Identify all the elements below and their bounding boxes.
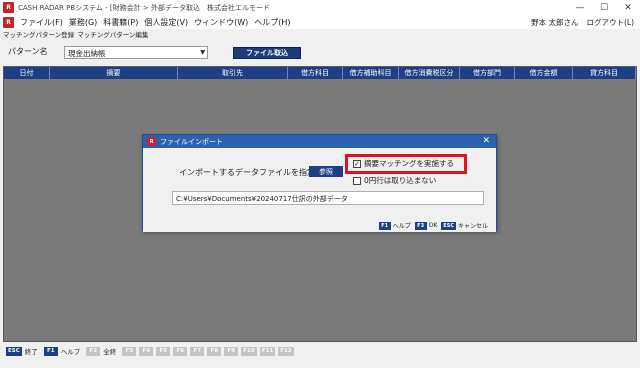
maximize-button[interactable]: ☐ (592, 0, 616, 15)
user-name: 野本 太郎さん (531, 17, 579, 27)
function-key-bar: ESC 終了 F1 ヘルプ F2 全終 F3 F4 F5 F6 F7 F8 F9… (0, 344, 640, 358)
dialog-body: インポートするデータファイルを指定 参照 ✓ 摘要マッチングを実施する 0円行は… (143, 148, 496, 232)
window-controls: — ☐ ✕ (568, 0, 640, 15)
dialog-footer: F1 ヘルプ F3 OK ESC キャンセル (378, 221, 490, 230)
window-title: CASH RADAR PBシステム - [財務会計 > 外部データ取込 株式会社… (18, 3, 270, 12)
fkey-f2: F2 (86, 346, 101, 356)
fkey-f9: F9 (224, 346, 239, 356)
menu-window[interactable]: ウィンドウ(W) (194, 17, 248, 28)
pattern-name-select[interactable]: 現金出納帳 ▼ (64, 46, 208, 59)
zero-checkbox[interactable] (353, 176, 361, 185)
fkey-esc[interactable]: ESC (6, 346, 22, 356)
col-debit-tax[interactable]: 借方消費税区分 (399, 67, 460, 79)
menu-business[interactable]: 業務(G) (69, 17, 97, 28)
menu-file[interactable]: ファイル(F) (20, 17, 63, 28)
fkey-f1-label: ヘルプ (60, 348, 81, 356)
file-path-field[interactable]: C:¥Users¥Documents¥20240717仕訳の外部データ (172, 191, 484, 205)
fkey-f6: F6 (173, 346, 188, 356)
dialog-title: ファイルインポート (160, 137, 223, 146)
fkey-f7: F7 (190, 346, 205, 356)
col-debit-sub-account[interactable]: 借方補助科目 (343, 67, 399, 79)
dialog-help-label: ヘルプ (392, 223, 411, 230)
fkey-f1[interactable]: F1 (43, 346, 58, 356)
fkey-esc-label: 終了 (24, 348, 38, 356)
dialog-fkey-f1[interactable]: F1 (378, 221, 391, 230)
menu-personal-settings[interactable]: 個人設定(V) (144, 17, 188, 28)
menu-help[interactable]: ヘルプ(H) (254, 17, 290, 28)
menu-bar: R ファイル(F) 業務(G) 科書籍(P) 個人設定(V) ウィンドウ(W) … (0, 15, 640, 29)
browse-button[interactable]: 参照 (309, 166, 343, 177)
sub-tabs: マッチングパターン登録 マッチングパターン編集 (0, 29, 640, 39)
match-checkbox-label: 摘要マッチングを実施する (364, 159, 454, 168)
grid-header: 日付 摘要 取引先 借方科目 借方補助科目 借方消費税区分 借方部門 借方金額 … (4, 67, 636, 79)
col-date[interactable]: 日付 (4, 67, 50, 79)
col-description[interactable]: 摘要 (50, 67, 178, 79)
tab-pattern-register[interactable]: マッチングパターン登録 (3, 29, 74, 39)
fkey-f4: F4 (139, 346, 154, 356)
fkey-f11: F11 (259, 346, 276, 356)
col-debit-amount[interactable]: 借方金額 (515, 67, 573, 79)
zero-checkbox-row[interactable]: 0円行は取り込まない (353, 175, 436, 186)
dialog-cancel-label: キャンセル (457, 223, 488, 230)
menu-logo-icon: R (3, 16, 14, 28)
dialog-fkey-esc[interactable]: ESC (441, 221, 456, 230)
col-partner[interactable]: 取引先 (178, 67, 288, 79)
app-logo-icon: R (3, 2, 14, 13)
fkey-f5: F5 (156, 346, 171, 356)
close-icon[interactable]: ✕ (482, 136, 490, 146)
col-debit-dept[interactable]: 借方部門 (460, 67, 515, 79)
close-window-button[interactable]: ✕ (616, 0, 640, 15)
fkey-f8: F8 (207, 346, 222, 356)
pattern-name-label: パターン名 (8, 47, 48, 56)
fkey-f3: F3 (122, 346, 137, 356)
dialog-ok-label: OK (428, 222, 438, 229)
title-bar: R CASH RADAR PBシステム - [財務会計 > 外部データ取込 株式… (0, 0, 640, 15)
fkey-f2-label: 全終 (103, 348, 117, 356)
fkey-f10: F10 (241, 346, 257, 356)
dialog-title-bar: R ファイルインポート ✕ (143, 135, 496, 148)
match-checkbox-row[interactable]: ✓ 摘要マッチングを実施する (353, 158, 454, 169)
pattern-row: パターン名 現金出納帳 ▼ (0, 42, 640, 62)
dialog-logo-icon: R (147, 137, 156, 146)
chevron-down-icon: ▼ (200, 49, 205, 56)
import-instruction: インポートするデータファイルを指定 (179, 168, 315, 177)
dialog-fkey-f3[interactable]: F3 (414, 221, 427, 230)
fkey-f12: F12 (278, 346, 294, 356)
col-credit-account[interactable]: 貸方科目 (573, 67, 636, 79)
col-debit-account[interactable]: 借方科目 (288, 67, 343, 79)
file-import-button[interactable]: ファイル取込 (233, 47, 301, 59)
minimize-button[interactable]: — (568, 0, 592, 15)
logout-button[interactable]: ログアウト(L) (586, 17, 634, 28)
tab-pattern-edit[interactable]: マッチングパターン編集 (77, 29, 148, 39)
zero-checkbox-label: 0円行は取り込まない (364, 176, 437, 185)
file-import-dialog: R ファイルインポート ✕ インポートするデータファイルを指定 参照 ✓ 摘要マ… (142, 134, 497, 232)
match-checkbox[interactable]: ✓ (353, 159, 361, 168)
pattern-name-value: 現金出納帳 (68, 49, 106, 58)
menu-books[interactable]: 科書籍(P) (103, 17, 138, 28)
